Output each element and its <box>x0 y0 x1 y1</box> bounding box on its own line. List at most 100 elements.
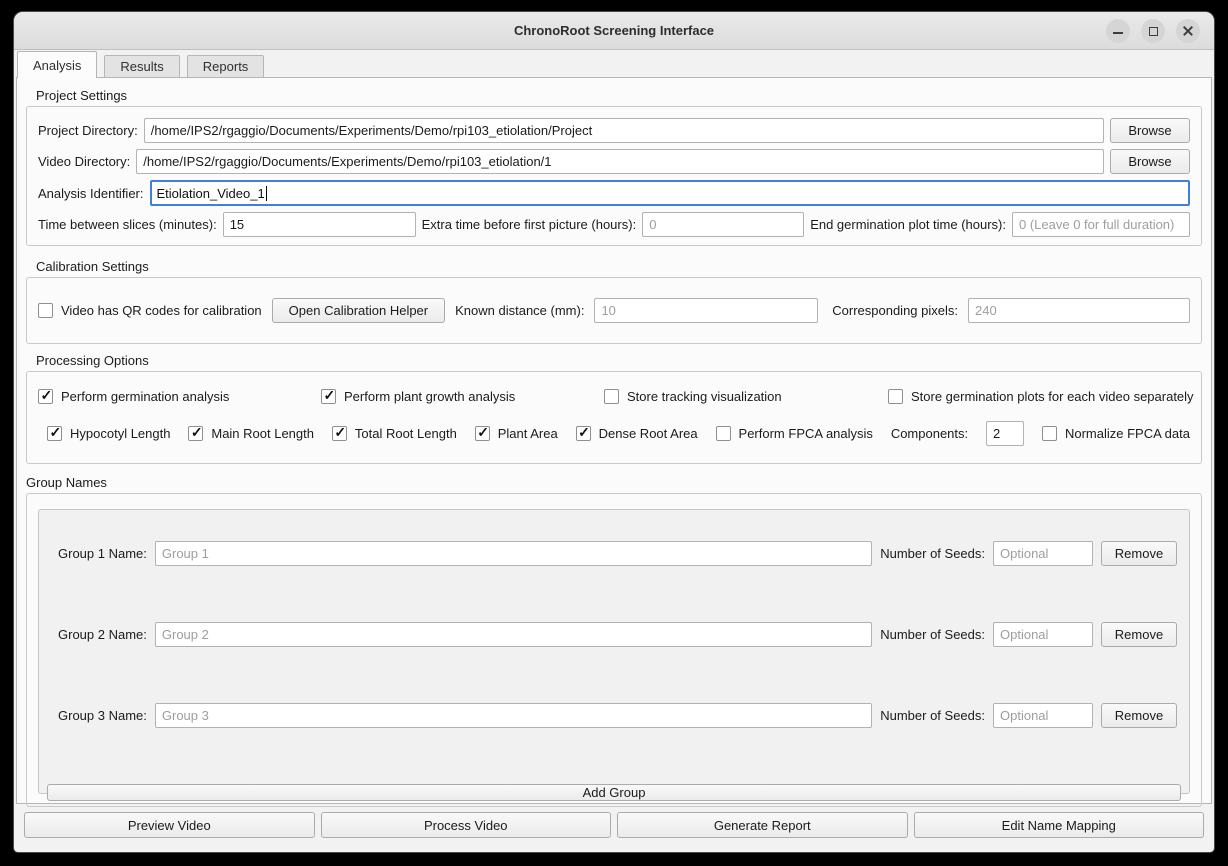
open-calibration-helper-button[interactable]: Open Calibration Helper <box>272 298 445 323</box>
project-directory-input[interactable] <box>144 118 1104 143</box>
group-1-name-label: Group 1 Name: <box>58 546 147 561</box>
group-2-seeds-input[interactable] <box>993 622 1093 647</box>
text-caret <box>266 186 267 201</box>
normalize-fpca-checkbox-row[interactable]: Normalize FPCA data <box>1042 426 1190 441</box>
add-group-button[interactable]: Add Group <box>47 784 1181 801</box>
total-root-length-checkbox[interactable] <box>332 426 347 441</box>
tracking-visualization-checkbox-row[interactable]: Store tracking visualization <box>604 389 888 404</box>
normalize-fpca-checkbox[interactable] <box>1042 426 1057 441</box>
footer-actions: Preview Video Process Video Generate Rep… <box>24 812 1204 838</box>
group-1-name-input[interactable] <box>155 541 872 566</box>
video-directory-label: Video Directory: <box>38 154 130 169</box>
hypocotyl-length-checkbox[interactable] <box>47 426 62 441</box>
main-root-length-checkbox-row[interactable]: Main Root Length <box>188 426 314 441</box>
generate-report-button[interactable]: Generate Report <box>617 812 908 838</box>
analysis-identifier-value: Etiolation_Video_1 <box>157 186 265 201</box>
end-germination-input[interactable] <box>1012 212 1190 237</box>
known-distance-label: Known distance (mm): <box>455 303 584 318</box>
fpca-analysis-checkbox[interactable] <box>716 426 731 441</box>
processing-options-title: Processing Options <box>36 353 1202 369</box>
process-video-button[interactable]: Process Video <box>321 812 612 838</box>
plant-growth-checkbox[interactable] <box>321 389 336 404</box>
dense-root-area-checkbox-row[interactable]: Dense Root Area <box>576 426 698 441</box>
group-1-seeds-input[interactable] <box>993 541 1093 566</box>
maximize-icon <box>1149 27 1158 36</box>
minimize-icon <box>1113 32 1123 34</box>
extra-time-input[interactable] <box>642 212 804 237</box>
group-3-remove-button[interactable]: Remove <box>1101 703 1177 728</box>
plant-area-checkbox-row[interactable]: Plant Area <box>475 426 558 441</box>
titlebar: ChronoRoot Screening Interface <box>14 12 1214 50</box>
group-row-3: Group 3 Name: Number of Seeds: Remove <box>58 703 1177 728</box>
analysis-identifier-label: Analysis Identifier: <box>38 186 144 201</box>
germination-analysis-checkbox-row[interactable]: Perform germination analysis <box>38 389 321 404</box>
app-window: ChronoRoot Screening Interface Analysis … <box>14 12 1214 852</box>
hypocotyl-length-checkbox-row[interactable]: Hypocotyl Length <box>47 426 170 441</box>
fpca-analysis-checkbox-row[interactable]: Perform FPCA analysis <box>716 426 873 441</box>
project-directory-row: Project Directory: Browse <box>38 118 1190 143</box>
plant-area-label: Plant Area <box>498 426 558 441</box>
analysis-tab-pane: Project Settings Project Directory: Brow… <box>16 77 1212 804</box>
processing-row-2: Hypocotyl Length Main Root Length Total … <box>38 420 1190 446</box>
tab-results[interactable]: Results <box>104 55 179 77</box>
group-names-title: Group Names <box>26 475 1202 491</box>
browse-project-directory-button[interactable]: Browse <box>1110 118 1190 143</box>
plant-growth-checkbox-row[interactable]: Perform plant growth analysis <box>321 389 604 404</box>
main-root-length-checkbox[interactable] <box>188 426 203 441</box>
group-2-remove-button[interactable]: Remove <box>1101 622 1177 647</box>
main-root-length-label: Main Root Length <box>211 426 314 441</box>
time-between-slices-label: Time between slices (minutes): <box>38 217 217 232</box>
minimize-button[interactable] <box>1106 19 1130 43</box>
window-controls <box>1106 19 1200 43</box>
total-root-length-label: Total Root Length <box>355 426 457 441</box>
time-between-slices-input[interactable] <box>223 212 416 237</box>
qr-calibration-checkbox[interactable] <box>38 303 53 318</box>
calibration-settings-title: Calibration Settings <box>36 259 1202 275</box>
project-directory-label: Project Directory: <box>38 123 138 138</box>
group-3-name-input[interactable] <box>155 703 872 728</box>
maximize-button[interactable] <box>1141 19 1165 43</box>
end-germination-label: End germination plot time (hours): <box>810 217 1006 232</box>
timing-row: Time between slices (minutes): Extra tim… <box>38 212 1190 237</box>
preview-video-button[interactable]: Preview Video <box>24 812 315 838</box>
germination-plots-checkbox[interactable] <box>888 389 903 404</box>
qr-calibration-checkbox-row[interactable]: Video has QR codes for calibration <box>38 303 262 318</box>
corresponding-pixels-input[interactable] <box>968 298 1190 323</box>
germination-analysis-label: Perform germination analysis <box>61 389 229 404</box>
group-2-name-input[interactable] <box>155 622 872 647</box>
analysis-identifier-input[interactable]: Etiolation_Video_1 <box>150 180 1191 206</box>
project-settings-title: Project Settings <box>36 88 1202 104</box>
qr-calibration-label: Video has QR codes for calibration <box>61 303 262 318</box>
total-root-length-checkbox-row[interactable]: Total Root Length <box>332 426 457 441</box>
window-title: ChronoRoot Screening Interface <box>514 23 714 38</box>
calibration-settings-group: Video has QR codes for calibration Open … <box>26 277 1202 344</box>
extra-time-label: Extra time before first picture (hours): <box>422 217 637 232</box>
close-button[interactable] <box>1176 19 1200 43</box>
group-names-group: Group 1 Name: Number of Seeds: Remove Gr… <box>26 493 1202 807</box>
dense-root-area-label: Dense Root Area <box>599 426 698 441</box>
group-3-seeds-input[interactable] <box>993 703 1093 728</box>
edit-name-mapping-button[interactable]: Edit Name Mapping <box>914 812 1205 838</box>
tab-bar: Analysis Results Reports <box>16 50 1212 77</box>
tab-reports[interactable]: Reports <box>187 55 265 77</box>
components-input[interactable] <box>986 421 1024 446</box>
germination-plots-label: Store germination plots for each video s… <box>911 389 1194 404</box>
tracking-visualization-checkbox[interactable] <box>604 389 619 404</box>
dense-root-area-checkbox[interactable] <box>576 426 591 441</box>
plant-area-checkbox[interactable] <box>475 426 490 441</box>
video-directory-row: Video Directory: Browse <box>38 149 1190 174</box>
video-directory-input[interactable] <box>136 149 1104 174</box>
components-label: Components: <box>891 426 968 441</box>
processing-options-group: Perform germination analysis Perform pla… <box>26 371 1202 464</box>
analysis-identifier-row: Analysis Identifier: Etiolation_Video_1 <box>38 180 1190 206</box>
browse-video-directory-button[interactable]: Browse <box>1110 149 1190 174</box>
germination-analysis-checkbox[interactable] <box>38 389 53 404</box>
germination-plots-checkbox-row[interactable]: Store germination plots for each video s… <box>888 389 1194 404</box>
group-row-1: Group 1 Name: Number of Seeds: Remove <box>58 541 1177 566</box>
group-3-name-label: Group 3 Name: <box>58 708 147 723</box>
group-1-remove-button[interactable]: Remove <box>1101 541 1177 566</box>
project-settings-group: Project Directory: Browse Video Director… <box>26 106 1202 246</box>
group-1-seeds-label: Number of Seeds: <box>880 546 985 561</box>
tab-analysis[interactable]: Analysis <box>17 51 97 78</box>
known-distance-input[interactable] <box>594 298 818 323</box>
